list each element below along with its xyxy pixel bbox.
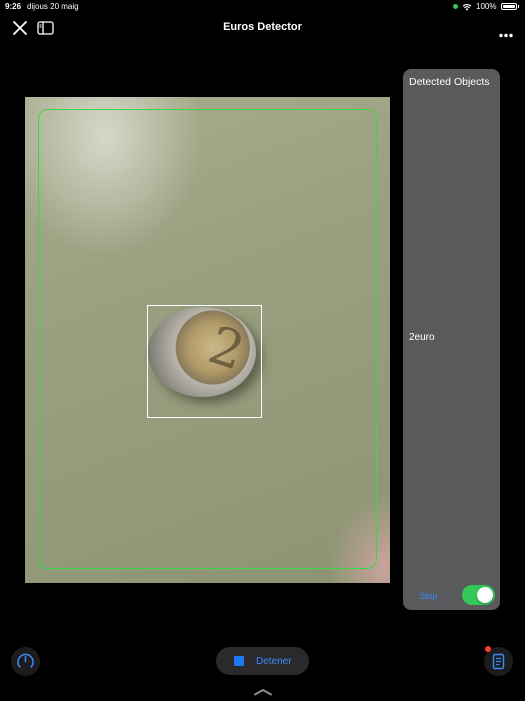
detener-label: Detener [256,655,292,667]
camera-in-use-icon [453,4,459,9]
camera-preview: 2 [25,97,390,583]
detection-bounding-box [147,305,262,418]
gauge-button[interactable] [11,647,40,676]
stop-toggle[interactable] [462,585,495,605]
page-title: Euros Detector [223,21,302,33]
detected-object-item: 2euro [409,332,435,343]
detected-objects-panel: Detected Objects 2euro Stop [403,69,500,610]
stop-label[interactable]: Stop [419,591,438,601]
more-button[interactable] [499,25,513,38]
battery-tip [517,5,519,8]
notification-badge [485,646,491,652]
status-time: 9:26 [5,2,22,11]
toggle-knob [477,587,493,603]
panel-title: Detected Objects [409,76,490,88]
stop-square-icon [234,656,244,666]
battery-icon [500,3,517,10]
status-indicators: 100% [453,2,519,11]
battery-percent: 100% [476,2,497,11]
wifi-icon [462,3,472,10]
more-icon [499,33,513,38]
status-date: dijous 20 maig [27,2,79,11]
sheet-grabber[interactable] [253,683,273,696]
gauge-icon [17,653,34,668]
chevron-up-icon [254,689,272,696]
detener-button[interactable]: Detener [216,647,309,675]
